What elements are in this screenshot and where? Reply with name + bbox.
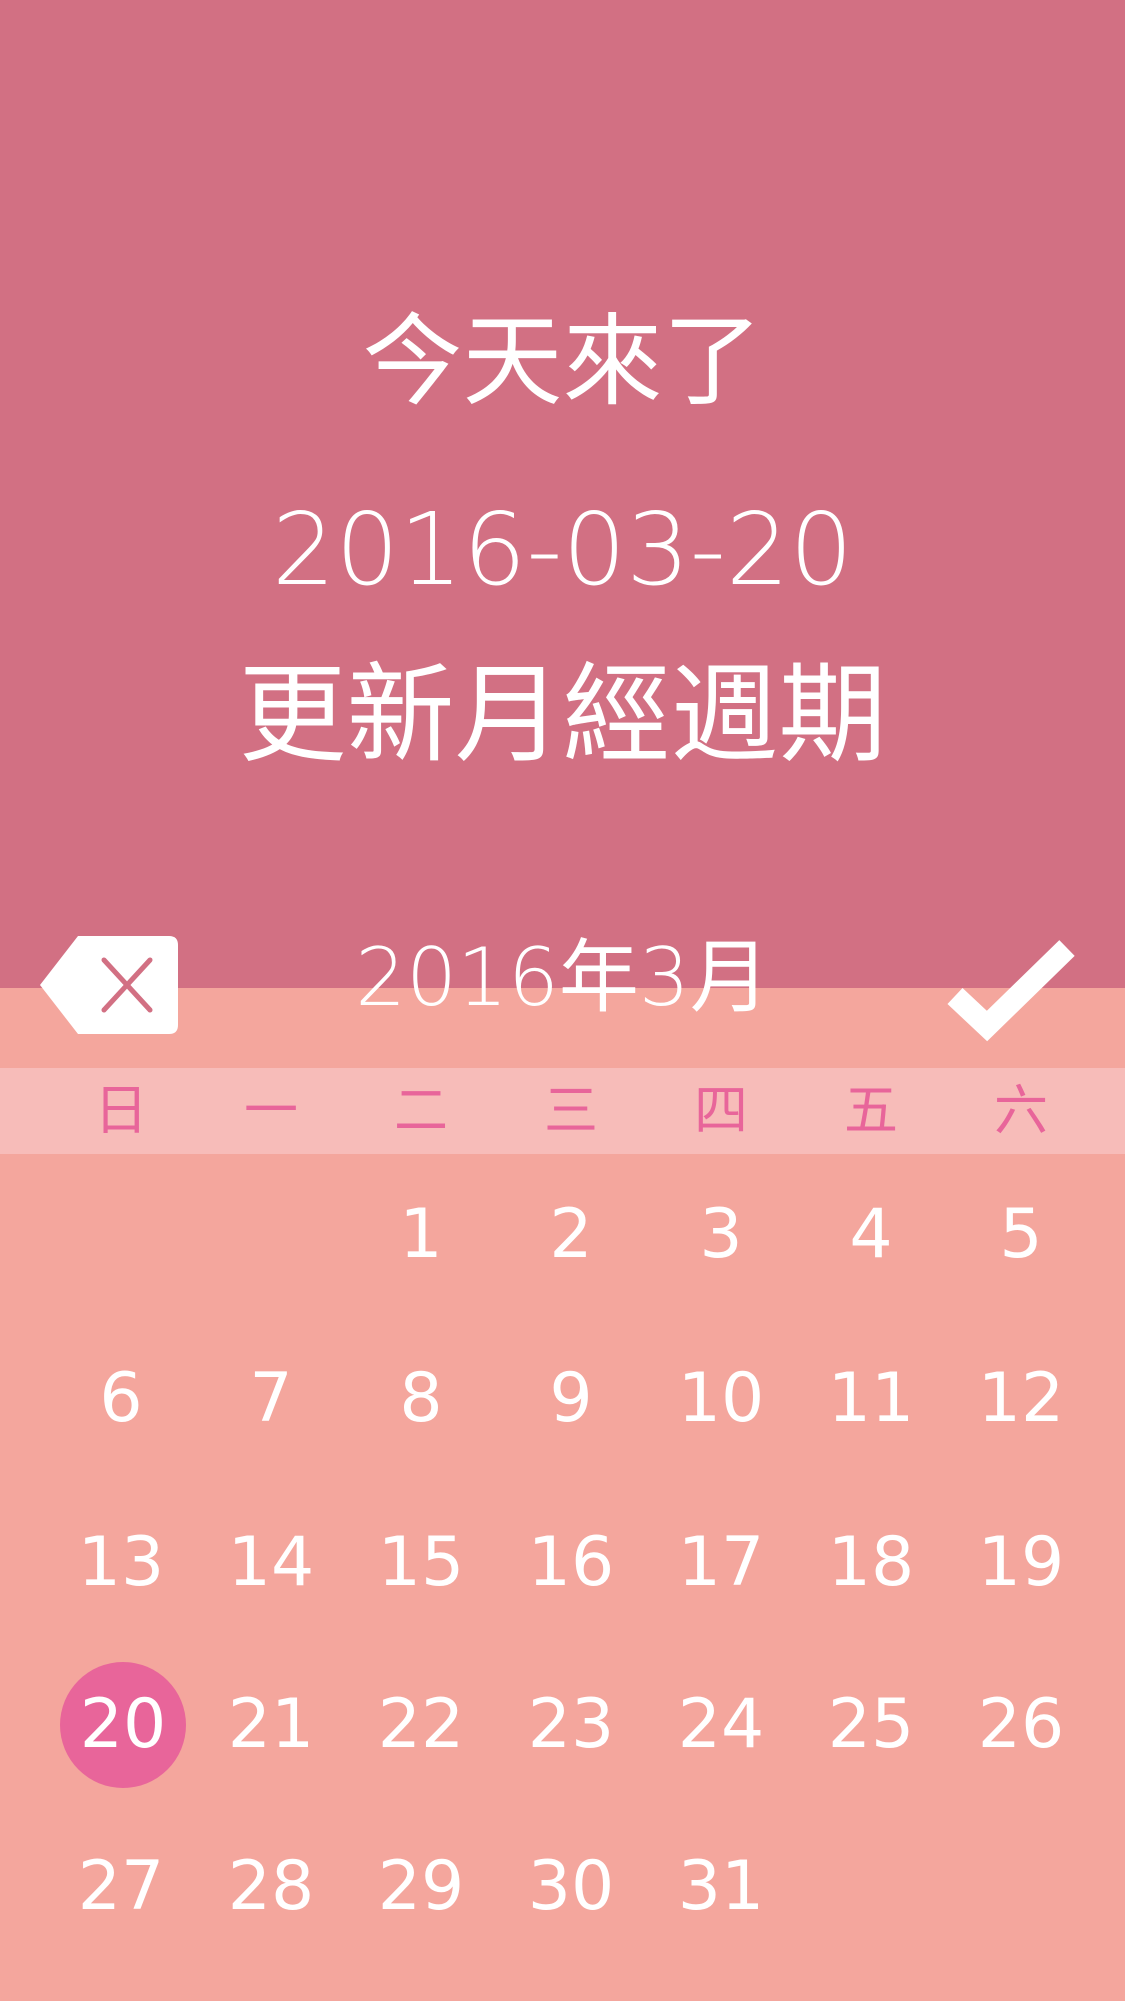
calendar-day[interactable]: 2 [496,1160,646,1310]
calendar-day[interactable]: 28 [196,1812,346,1962]
calendar-day[interactable]: 18 [796,1488,946,1638]
calendar-day[interactable]: 9 [496,1324,646,1474]
calendar-day[interactable]: 3 [646,1160,796,1310]
calendar-day[interactable]: 25 [796,1650,946,1800]
calendar-day[interactable]: 11 [796,1324,946,1474]
calendar-day[interactable]: 19 [946,1488,1096,1638]
calendar-day[interactable]: 29 [346,1812,496,1962]
calendar-day[interactable]: 6 [46,1324,196,1474]
calendar-day[interactable]: 7 [196,1324,346,1474]
calendar-day-selected[interactable]: 20 [48,1650,198,1800]
calendar-day[interactable]: 30 [496,1812,646,1962]
calendar-day[interactable]: 17 [646,1488,796,1638]
calendar-day[interactable]: 31 [646,1812,796,1962]
calendar-day[interactable]: 21 [196,1650,346,1800]
calendar-day[interactable]: 13 [46,1488,196,1638]
calendar-day[interactable]: 10 [646,1324,796,1474]
calendar-day[interactable]: 8 [346,1324,496,1474]
calendar-day[interactable]: 1 [346,1160,496,1310]
calendar-day[interactable]: 22 [346,1650,496,1800]
calendar-day[interactable]: 27 [46,1812,196,1962]
calendar-grid: 1 2 3 4 5 6 7 8 9 10 11 12 13 14 15 16 1… [0,0,1125,2001]
calendar-day[interactable]: 14 [196,1488,346,1638]
calendar-day[interactable]: 16 [496,1488,646,1638]
calendar-day[interactable]: 4 [796,1160,946,1310]
calendar-day[interactable]: 12 [946,1324,1096,1474]
calendar-day[interactable]: 26 [946,1650,1096,1800]
calendar-day[interactable]: 23 [496,1650,646,1800]
calendar-day[interactable]: 5 [946,1160,1096,1310]
calendar-day[interactable]: 24 [646,1650,796,1800]
calendar-day[interactable]: 15 [346,1488,496,1638]
